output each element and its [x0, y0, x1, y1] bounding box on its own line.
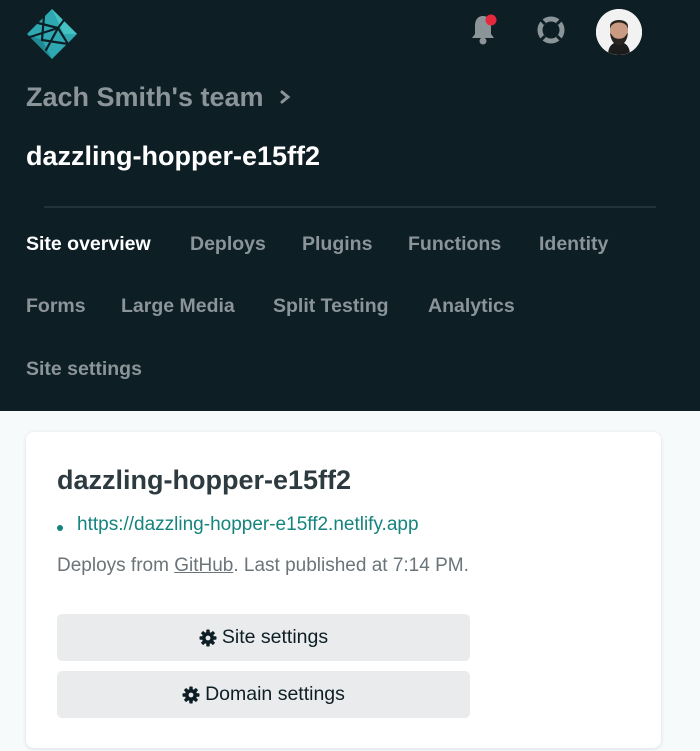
- nav-functions[interactable]: Functions: [408, 233, 501, 256]
- user-avatar[interactable]: [596, 9, 642, 55]
- site-url-row: https://dazzling-hopper-e15ff2.netlify.a…: [57, 514, 419, 536]
- team-name: Zach Smith's team: [26, 81, 264, 112]
- lifebuoy-icon[interactable]: [534, 13, 568, 47]
- github-link[interactable]: GitHub: [174, 555, 233, 576]
- deploy-prefix: Deploys from: [57, 555, 175, 576]
- bell-icon[interactable]: [468, 10, 500, 46]
- site-overview-card: dazzling-hopper-e15ff2 https://dazzling-…: [26, 432, 661, 748]
- site-settings-button[interactable]: Site settings: [57, 614, 470, 661]
- notification-badge: [485, 14, 497, 26]
- page-title: dazzling-hopper-e15ff2: [26, 141, 321, 171]
- nav-site-settings[interactable]: Site settings: [26, 358, 142, 381]
- nav-large-media[interactable]: Large Media: [121, 295, 235, 318]
- site-settings-label: Site settings: [221, 626, 329, 648]
- netlify-logo-icon[interactable]: [24, 6, 80, 62]
- nav-forms[interactable]: Forms: [26, 295, 86, 318]
- gear-icon: [199, 629, 217, 646]
- chevron-right-icon: [280, 90, 290, 104]
- bullet-icon: [57, 525, 63, 531]
- deploy-info: Deploys from GitHub. Last published at 7…: [57, 555, 469, 577]
- gear-icon: [182, 686, 200, 703]
- domain-settings-label: Domain settings: [205, 683, 345, 705]
- header-divider: [44, 206, 656, 208]
- domain-settings-button[interactable]: Domain settings: [57, 671, 470, 718]
- card-title: dazzling-hopper-e15ff2: [57, 465, 352, 495]
- nav-analytics[interactable]: Analytics: [428, 295, 515, 318]
- site-header: Zach Smith's team dazzling-hopper-e15ff2…: [0, 0, 700, 411]
- nav-split-testing[interactable]: Split Testing: [273, 295, 389, 318]
- team-breadcrumb[interactable]: Zach Smith's team: [26, 80, 292, 114]
- nav-site-overview[interactable]: Site overview: [26, 233, 151, 256]
- deploy-suffix: . Last published at 7:14 PM.: [233, 555, 469, 576]
- nav-identity[interactable]: Identity: [539, 233, 608, 256]
- nav-deploys[interactable]: Deploys: [190, 233, 266, 256]
- site-url-link[interactable]: https://dazzling-hopper-e15ff2.netlify.a…: [77, 514, 419, 536]
- nav-plugins[interactable]: Plugins: [302, 233, 372, 256]
